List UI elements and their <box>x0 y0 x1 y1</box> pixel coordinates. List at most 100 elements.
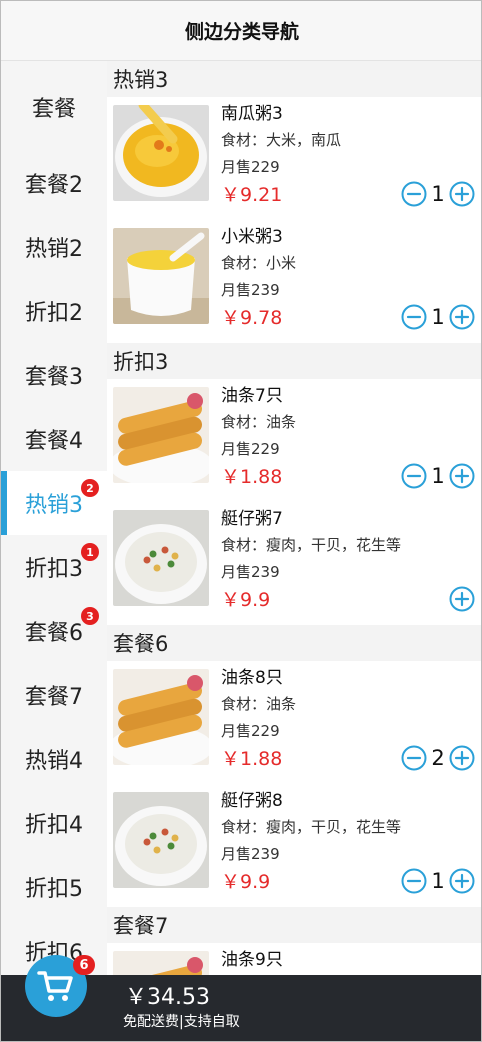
sidebar-item[interactable]: 套餐7 <box>1 663 107 727</box>
cart-bar: 6 ￥34.53 免配送费|支持自取 <box>1 955 481 1041</box>
item-sales: 月售229 <box>221 440 280 458</box>
count-badge: 3 <box>81 607 99 625</box>
minus-icon <box>401 745 427 771</box>
page-title: 侧边分类导航 <box>184 21 299 43</box>
nav-bar: 侧边分类导航 <box>1 1 481 61</box>
sidebar-item[interactable]: 套餐6 3 <box>1 599 107 663</box>
food-image <box>113 510 209 606</box>
sidebar-item[interactable]: 套餐3 <box>1 343 107 407</box>
plus-icon <box>449 586 475 612</box>
item-name: 小米粥3 <box>221 227 283 247</box>
sidebar-item[interactable]: 热销2 <box>1 215 107 279</box>
sidebar-item[interactable]: 折扣2 <box>1 279 107 343</box>
sidebar-item-label: 套餐7 <box>25 685 83 710</box>
plus-button[interactable] <box>449 586 475 612</box>
sidebar-item[interactable]: 折扣3 1 <box>1 535 107 599</box>
item-price: ￥9.9 <box>221 589 271 611</box>
menu-item: 油条9只 <box>107 943 481 975</box>
sidebar-item[interactable]: 折扣5 <box>1 855 107 919</box>
sidebar-item[interactable]: 套餐4 <box>1 407 107 471</box>
sidebar-item-label: 折扣2 <box>25 301 83 326</box>
sidebar-item-label: 套餐4 <box>25 429 83 454</box>
plus-button[interactable] <box>449 463 475 489</box>
menu-item: 小米粥3 食材：小米 月售239 ￥9.78 1 <box>107 220 481 343</box>
item-sales: 月售229 <box>221 158 280 176</box>
delivery-note: 免配送费|支持自取 <box>123 1014 240 1030</box>
sidebar-item-label: 折扣4 <box>25 813 83 838</box>
item-sales: 月售229 <box>221 722 280 740</box>
sidebar-item-label: 套餐6 <box>25 621 83 646</box>
quantity-stepper <box>449 584 475 614</box>
food-image <box>113 105 209 201</box>
sidebar-item-label: 热销2 <box>25 237 83 262</box>
food-image <box>113 792 209 888</box>
item-name: 南瓜粥3 <box>221 104 283 124</box>
fried-dough-image <box>113 951 209 975</box>
item-ingredients: 食材：油条 <box>221 413 297 431</box>
plus-button[interactable] <box>449 868 475 894</box>
minus-button[interactable] <box>401 868 427 894</box>
cart-count-badge: 6 <box>73 955 95 975</box>
plus-icon <box>449 745 475 771</box>
sidebar-item-label: 热销4 <box>25 749 83 774</box>
count-badge: 2 <box>81 479 99 497</box>
sidebar-item-label: 折扣5 <box>25 877 83 902</box>
minus-icon <box>401 868 427 894</box>
item-info: 油条9只 <box>221 947 475 973</box>
sidebar-item-label: 套餐2 <box>25 173 83 198</box>
food-image <box>113 669 209 765</box>
minus-button[interactable] <box>401 463 427 489</box>
minus-icon <box>401 181 427 207</box>
food-image <box>113 951 209 975</box>
quantity-stepper: 2 <box>401 743 475 773</box>
category-sidebar[interactable]: 套餐 套餐2 热销2 折扣2 套餐3 套餐4 热销3 2 折扣3 1 套餐6 3 套餐7 热销4 折扣4 折扣… <box>1 61 107 975</box>
menu-item: 艇仔粥7 食材：瘦肉，干贝，花生等 月售239 ￥9.9 <box>107 502 481 625</box>
sidebar-item[interactable]: 热销3 2 <box>1 471 107 535</box>
fried-dough-image <box>113 669 209 765</box>
item-quantity: 2 <box>431 746 445 770</box>
pumpkin-congee-image <box>113 105 209 201</box>
quantity-stepper: 1 <box>401 179 475 209</box>
quantity-stepper: 1 <box>401 866 475 896</box>
sidebar-item[interactable]: 热销4 <box>1 727 107 791</box>
cart-icon <box>37 971 73 1001</box>
sidebar-item[interactable]: 套餐2 <box>1 151 107 215</box>
app-window: 侧边分类导航 套餐 套餐2 热销2 折扣2 套餐3 套餐4 热销3 2 折扣3 1 套餐6 3 套餐7 热… <box>0 0 482 1042</box>
food-image <box>113 387 209 483</box>
minus-button[interactable] <box>401 304 427 330</box>
item-quantity: 1 <box>431 869 445 893</box>
section-title: 套餐6 <box>107 625 481 661</box>
food-image <box>113 228 209 324</box>
menu-item: 艇仔粥8 食材：瘦肉，干贝，花生等 月售239 ￥9.9 1 <box>107 784 481 907</box>
item-quantity: 1 <box>431 305 445 329</box>
plus-button[interactable] <box>449 745 475 771</box>
section-title: 折扣3 <box>107 343 481 379</box>
sidebar-item-label: 套餐 <box>31 97 76 122</box>
minus-icon <box>401 463 427 489</box>
item-sales: 月售239 <box>221 281 280 299</box>
millet-congee-image <box>113 228 209 324</box>
plus-button[interactable] <box>449 181 475 207</box>
minus-button[interactable] <box>401 181 427 207</box>
boat-congee-image <box>113 792 209 888</box>
item-ingredients: 食材：大米，南瓜 <box>221 131 342 149</box>
menu-list[interactable]: 热销3 南瓜粥3 食材：大米，南瓜 月售229 ￥9.21 1 小米粥3 食材：小米 月售239… <box>107 61 481 975</box>
item-ingredients: 食材：油条 <box>221 695 297 713</box>
sidebar-item-label: 套餐3 <box>25 365 83 390</box>
minus-icon <box>401 304 427 330</box>
item-ingredients: 食材：瘦肉，干贝，花生等 <box>221 818 402 836</box>
item-name: 油条9只 <box>221 950 283 970</box>
sidebar-item[interactable]: 套餐 <box>1 61 107 151</box>
minus-button[interactable] <box>401 745 427 771</box>
item-name: 艇仔粥8 <box>221 791 283 811</box>
sidebar-item[interactable]: 折扣4 <box>1 791 107 855</box>
item-ingredients: 食材：小米 <box>221 254 297 272</box>
quantity-stepper: 1 <box>401 302 475 332</box>
item-name: 艇仔粥7 <box>221 509 283 529</box>
item-sales: 月售239 <box>221 845 280 863</box>
count-badge: 1 <box>81 543 99 561</box>
plus-button[interactable] <box>449 304 475 330</box>
plus-icon <box>449 463 475 489</box>
item-quantity: 1 <box>431 182 445 206</box>
item-name: 油条8只 <box>221 668 283 688</box>
